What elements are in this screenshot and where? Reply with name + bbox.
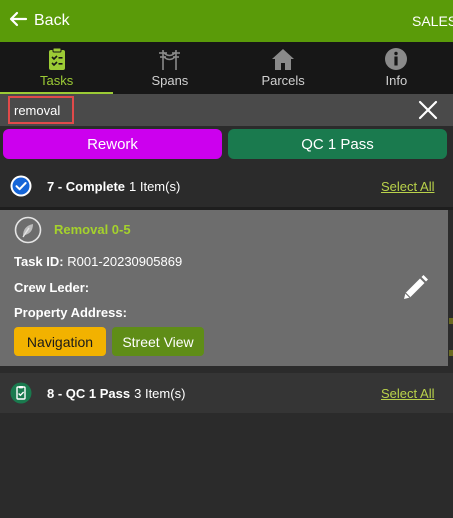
utility-pole-icon [158,50,180,70]
tab-label: Spans [151,73,189,88]
group-header-qc-1-pass[interactable]: 8 - QC 1 Pass 3 Item(s) Select All [0,373,453,413]
group-count: 3 Item(s) [134,385,186,401]
tab-label: Tasks [40,73,74,88]
info-icon [385,48,408,70]
search-bar [0,94,453,126]
group-header-complete[interactable]: 7 - Complete 1 Item(s) Select All [0,166,453,206]
task-id-label: Task ID: [14,254,64,269]
tab-label: Parcels [261,73,305,88]
arrow-left-icon [8,9,28,33]
select-all-link[interactable]: Select All [381,386,434,401]
crew-leader-row: Crew Leder: [14,280,89,295]
task-id-row: Task ID: R001-20230905869 [14,254,182,269]
app-title: SALES [412,13,453,29]
check-circle-icon [10,175,32,197]
back-button[interactable]: Back [8,0,70,42]
tab-bar: Tasks Spans Parcels Info [0,42,453,94]
property-address-label: Property Address: [14,305,127,320]
task-name: Removal 0-5 [54,222,131,237]
navigation-button[interactable]: Navigation [14,327,106,356]
crew-leader-label: Crew Leder: [14,280,90,295]
house-icon [272,49,295,70]
group-title: 7 - Complete 1 Item(s) [47,178,181,194]
tab-tasks[interactable]: Tasks [0,42,114,94]
group-title: 8 - QC 1 Pass 3 Item(s) [47,385,186,401]
property-address-row: Property Address: [14,305,127,320]
clipboard-check-icon [10,382,32,404]
scroll-indicator [449,350,453,356]
qc-1-pass-filter-button[interactable]: QC 1 Pass [228,129,447,159]
close-icon[interactable] [416,98,440,122]
street-view-button[interactable]: Street View [112,327,204,356]
clipboard-check-icon [48,47,65,70]
search-input[interactable] [8,96,74,124]
tab-label: Info [385,73,408,88]
tab-spans[interactable]: Spans [113,42,226,94]
leaf-icon [14,216,42,244]
group-count: 1 Item(s) [129,178,181,194]
tab-info[interactable]: Info [340,42,453,94]
pencil-icon[interactable] [399,272,431,304]
rework-filter-button[interactable]: Rework [3,129,222,159]
scroll-indicator [449,318,453,324]
tab-parcels[interactable]: Parcels [227,42,340,94]
task-card[interactable]: Removal 0-5 Task ID: R001-20230905869 Cr… [0,210,448,366]
back-label: Back [34,12,70,29]
task-id-value: R001-20230905869 [67,254,183,269]
select-all-link[interactable]: Select All [381,179,434,194]
